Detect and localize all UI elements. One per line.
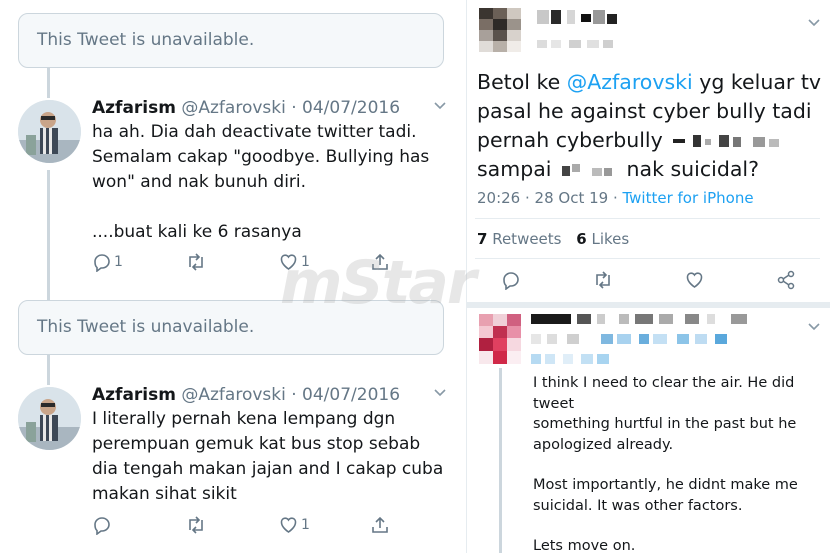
unavailable-tweet-card[interactable]: This Tweet is unavailable.: [18, 13, 444, 68]
retweet-button[interactable]: [185, 250, 207, 274]
thread-line: [47, 68, 50, 98]
unavailable-text: This Tweet is unavailable.: [37, 30, 255, 50]
retweet-icon: [189, 516, 203, 534]
pixelated-name: [531, 314, 747, 364]
pixelated-redaction: [562, 164, 613, 176]
reply-icon: [94, 254, 110, 272]
like-button[interactable]: 1: [278, 513, 310, 537]
thread-line: [47, 355, 50, 385]
tweet-header: Azfarism @Azfarovski · 04/07/2016: [92, 384, 452, 406]
tweet-text: ha ah. Dia dah deactivate twitter tadi. …: [92, 122, 430, 242]
pixelated-name: [537, 10, 617, 48]
pixelated-redaction: [673, 135, 780, 147]
handle-date: @Azfarovski · 04/07/2016: [181, 385, 401, 405]
tweet-header: Azfarism @Azfarovski · 04/07/2016: [92, 97, 452, 119]
likes-stat[interactable]: 6 Likes: [576, 230, 629, 248]
tweet-actions: 1: [92, 513, 432, 537]
display-name[interactable]: Azfarism: [92, 385, 176, 405]
tweet[interactable]: Azfarism @Azfarovski · 04/07/2016 ha ah.…: [92, 97, 452, 245]
mention-link[interactable]: @Azfarovski: [567, 70, 693, 94]
retweet-icon[interactable]: [592, 270, 614, 290]
chevron-down-icon[interactable]: [806, 14, 822, 30]
reply-button[interactable]: 1: [92, 250, 123, 274]
avatar[interactable]: [18, 100, 81, 163]
share-button[interactable]: [370, 513, 390, 537]
heart-icon[interactable]: [684, 270, 705, 290]
tweet-text: I literally pernah kena lempang dgn pere…: [92, 409, 444, 504]
chevron-down-icon[interactable]: [432, 97, 448, 113]
retweets-stat[interactable]: 7 Retweets: [477, 230, 562, 248]
unavailable-text: This Tweet is unavailable.: [37, 317, 255, 337]
chevron-down-icon[interactable]: [806, 318, 822, 334]
handle-date: @Azfarovski · 04/07/2016: [181, 98, 401, 118]
screenshot-composite: This Tweet is unavailable. Azfarism @Azf…: [0, 0, 830, 553]
reply-tweet-text: I think I need to clear the air. He did …: [533, 375, 798, 553]
main-tweet-text: Betol ke @Azfarovski yg keluar tv pasal …: [477, 70, 822, 181]
reply-icon: [94, 517, 110, 535]
client-link[interactable]: Twitter for iPhone: [622, 189, 753, 207]
pixelated-avatar[interactable]: [479, 8, 521, 52]
watermark: mStar: [280, 248, 477, 318]
chevron-down-icon[interactable]: [432, 384, 448, 400]
retweet-button[interactable]: [185, 513, 207, 537]
pixelated-avatar[interactable]: [479, 314, 521, 364]
tweet-timestamp: 20:26 · 28 Oct 19 · Twitter for iPhone: [477, 189, 754, 207]
avatar[interactable]: [18, 387, 81, 450]
reply-count: 1: [114, 254, 123, 270]
like-count: 1: [301, 517, 310, 533]
thread-line: [47, 170, 50, 300]
share-icon: [372, 516, 388, 533]
engagement-stats: 7 Retweets 6 Likes: [477, 230, 629, 248]
tweet[interactable]: Azfarism @Azfarovski · 04/07/2016 I lite…: [92, 384, 452, 507]
thread-line: [499, 368, 502, 553]
retweet-icon: [189, 253, 203, 271]
heart-icon: [280, 517, 297, 533]
share-icon[interactable]: [776, 270, 796, 290]
reply-button[interactable]: [92, 513, 112, 537]
display-name[interactable]: Azfarism: [92, 98, 176, 118]
divider: [475, 218, 820, 219]
